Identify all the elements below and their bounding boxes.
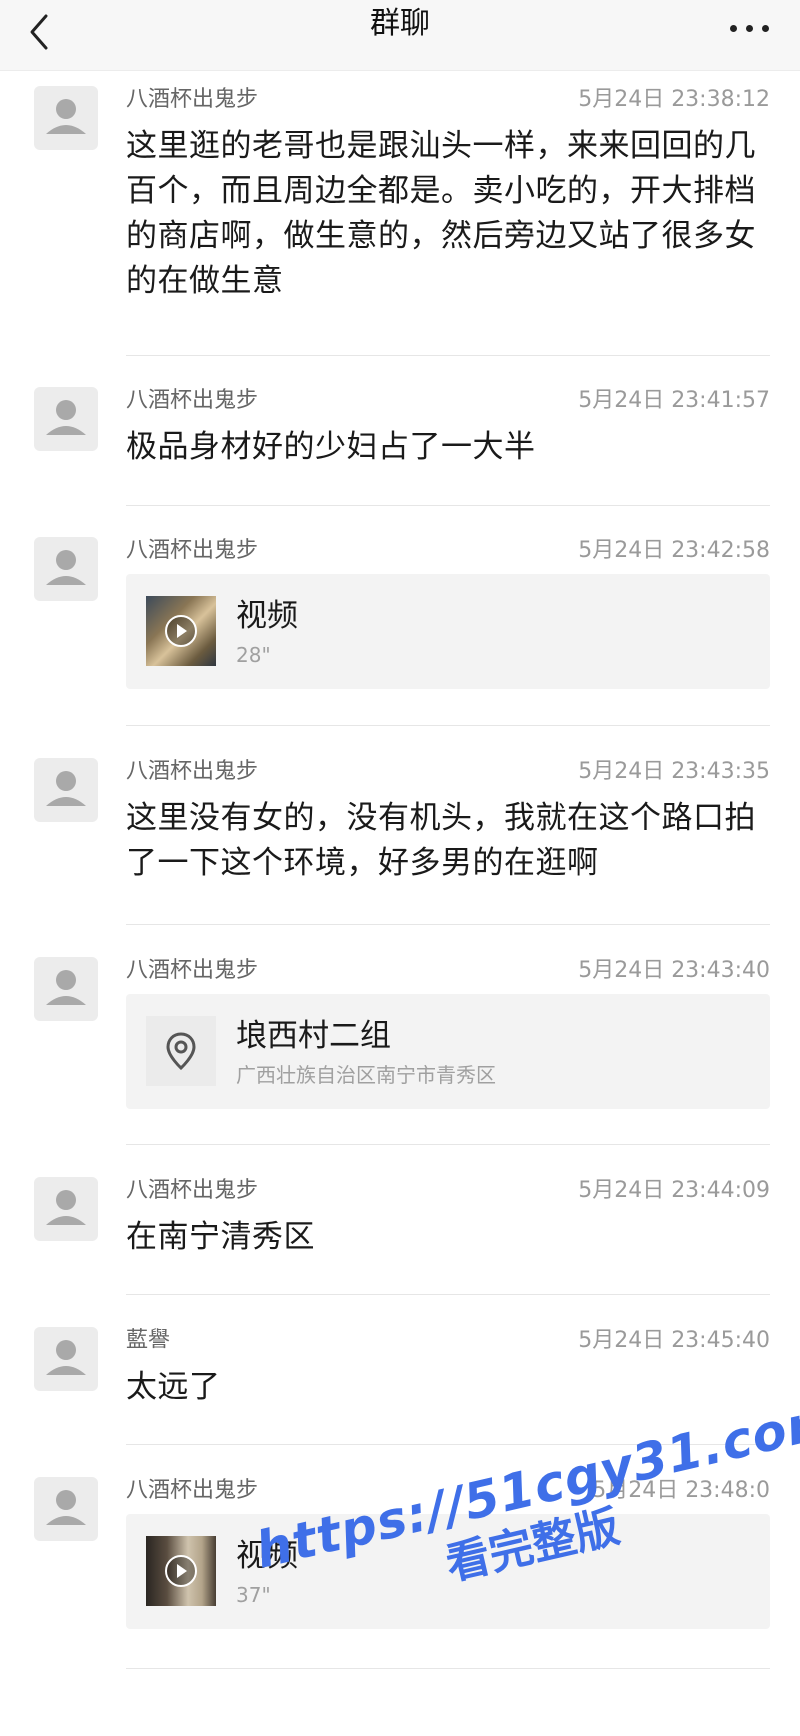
message-item: 八酒杯出鬼步 5月24日 23:38:12 这里逛的老哥也是跟汕头一样，来来回回… <box>0 86 800 356</box>
message-item: 八酒杯出鬼步 5月24日 23:43:40 埌西村二组 广西壮族自治区南宁市青秀… <box>0 957 800 1117</box>
more-dot <box>762 25 769 32</box>
message-item: 藍譽 5月24日 23:45:40 太远了 <box>0 1327 800 1427</box>
page-title: 群聊 <box>370 6 430 41</box>
divider <box>126 725 770 726</box>
default-user-icon <box>46 771 86 806</box>
divider <box>126 1294 770 1295</box>
message-text: 这里逛的老哥也是跟汕头一样，来来回回的几百个，而且周边全都是。卖小吃的，开大排档… <box>126 128 756 299</box>
avatar[interactable] <box>34 1477 98 1541</box>
avatar[interactable] <box>34 86 98 150</box>
message-time: 5月24日 23:38:12 <box>578 87 770 112</box>
divider <box>126 924 770 925</box>
sender-name: 藍譽 <box>126 1328 171 1353</box>
message-text: 这里没有女的，没有机头，我就在这个路口拍了一下这个环境，好多男的在逛啊 <box>126 800 756 881</box>
avatar[interactable] <box>34 1327 98 1391</box>
message-time: 5月24日 23:48:0 <box>592 1478 770 1503</box>
default-user-icon <box>46 99 86 134</box>
message-time: 5月24日 23:44:09 <box>578 1178 770 1203</box>
message-text: 在南宁清秀区 <box>126 1219 315 1255</box>
more-options-button[interactable] <box>720 10 780 44</box>
divider <box>126 355 770 356</box>
message-text: 极品身材好的少妇占了一大半 <box>126 429 536 465</box>
video-duration: 37" <box>236 1583 271 1607</box>
video-message-card[interactable]: 视频 28" <box>126 574 770 689</box>
location-message-card[interactable]: 埌西村二组 广西壮族自治区南宁市青秀区 <box>126 994 770 1109</box>
avatar[interactable] <box>34 1177 98 1241</box>
divider <box>126 1668 770 1669</box>
message-item: 八酒杯出鬼步 5月24日 23:44:09 在南宁清秀区 <box>0 1177 800 1277</box>
divider <box>126 1144 770 1145</box>
play-icon <box>165 615 197 647</box>
location-pin-icon <box>166 1032 196 1071</box>
divider <box>126 505 770 506</box>
default-user-icon <box>46 1340 86 1375</box>
sender-name: 八酒杯出鬼步 <box>126 958 259 983</box>
avatar[interactable] <box>34 537 98 601</box>
sender-name: 八酒杯出鬼步 <box>126 538 259 563</box>
sender-name: 八酒杯出鬼步 <box>126 388 259 413</box>
location-icon-box <box>146 1016 216 1086</box>
message-time: 5月24日 23:42:58 <box>578 538 770 563</box>
more-horizontal-icon <box>730 25 737 32</box>
default-user-icon <box>46 1490 86 1525</box>
message-item: 八酒杯出鬼步 5月24日 23:48:0 视频 37" <box>0 1477 800 1647</box>
message-time: 5月24日 23:41:57 <box>578 388 770 413</box>
message-item: 八酒杯出鬼步 5月24日 23:42:58 视频 28" <box>0 537 800 697</box>
message-item: 八酒杯出鬼步 5月24日 23:41:57 极品身材好的少妇占了一大半 <box>0 387 800 487</box>
message-time: 5月24日 23:43:40 <box>578 958 770 983</box>
video-thumbnail[interactable] <box>146 1536 216 1606</box>
video-duration: 28" <box>236 643 271 667</box>
message-time: 5月24日 23:45:40 <box>578 1328 770 1353</box>
video-title: 视频 <box>236 1538 298 1574</box>
default-user-icon <box>46 550 86 585</box>
video-title: 视频 <box>236 598 298 634</box>
top-navigation-bar: 群聊 <box>0 0 800 71</box>
message-text: 太远了 <box>126 1369 221 1405</box>
message-time: 5月24日 23:43:35 <box>578 759 770 784</box>
sender-name: 八酒杯出鬼步 <box>126 1478 259 1503</box>
default-user-icon <box>46 400 86 435</box>
avatar[interactable] <box>34 387 98 451</box>
avatar[interactable] <box>34 957 98 1021</box>
sender-name: 八酒杯出鬼步 <box>126 759 259 784</box>
sender-name: 八酒杯出鬼步 <box>126 87 259 112</box>
avatar[interactable] <box>34 758 98 822</box>
play-icon <box>165 1555 197 1587</box>
location-title: 埌西村二组 <box>236 1018 391 1054</box>
default-user-icon <box>46 970 86 1005</box>
more-dot <box>746 25 753 32</box>
video-thumbnail[interactable] <box>146 596 216 666</box>
message-item: 八酒杯出鬼步 5月24日 23:43:35 这里没有女的，没有机头，我就在这个路… <box>0 758 800 908</box>
video-message-card[interactable]: 视频 37" <box>126 1514 770 1629</box>
sender-name: 八酒杯出鬼步 <box>126 1178 259 1203</box>
location-address: 广西壮族自治区南宁市青秀区 <box>236 1063 496 1087</box>
divider <box>126 1444 770 1445</box>
default-user-icon <box>46 1190 86 1225</box>
